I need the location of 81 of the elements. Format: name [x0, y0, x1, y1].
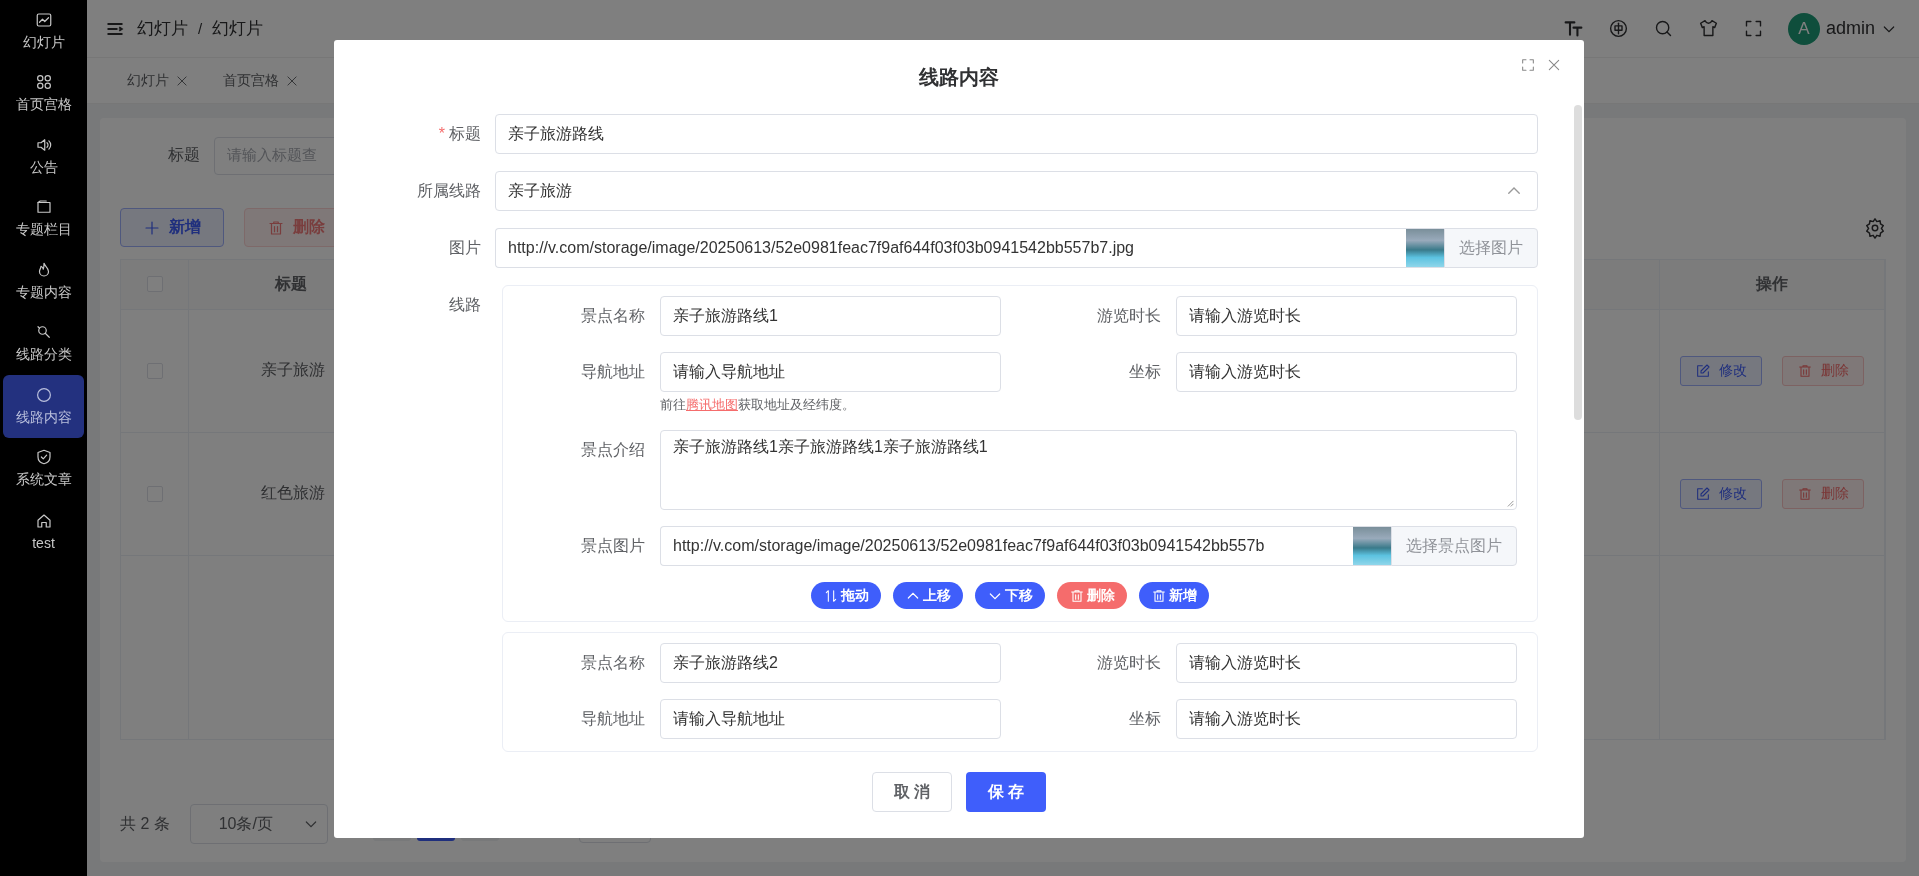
- fullscreen-icon: [1520, 57, 1536, 73]
- sidebar-item[interactable]: 线路内容: [3, 375, 84, 438]
- image-url-field[interactable]: http://v.com/storage/image/20250613/52e0981feac7f9af644f03f03b0941542bb557b7.jpg: [495, 228, 1406, 268]
- sidebar-item[interactable]: test: [3, 500, 84, 563]
- text-field[interactable]: 请输入导航地址: [660, 699, 1001, 739]
- field-label: 游览时长: [1096, 305, 1161, 326]
- scrollbar[interactable]: [1574, 105, 1582, 420]
- sidebar-item[interactable]: 专题栏目: [3, 187, 84, 250]
- breadcrumb-separator: /: [198, 20, 203, 37]
- move-up-button[interactable]: 上移: [893, 582, 963, 609]
- user-name[interactable]: admin: [1825, 18, 1875, 39]
- sidebar-item[interactable]: 专题内容: [3, 250, 84, 313]
- field-label: 坐标: [1128, 708, 1161, 729]
- text-field[interactable]: 亲子旅游路线2: [660, 643, 1001, 683]
- column-header: 操作: [1756, 273, 1788, 294]
- required-mark: *: [438, 124, 445, 144]
- field-label: 游览时长: [1096, 652, 1161, 673]
- close-icon: [1546, 57, 1562, 73]
- page-size-select[interactable]: 10条/页: [189, 804, 328, 844]
- image-url-field[interactable]: http://v.com/storage/image/20250613/52e0981feac7f9af644f03f03b0941542bb557b: [660, 526, 1353, 566]
- tab[interactable]: 幻灯片: [117, 65, 199, 96]
- circle-icon: [34, 385, 53, 404]
- total-count: 共 2 条: [120, 813, 170, 834]
- field-label: 景点介绍: [580, 440, 645, 460]
- table-cell-text: 红色旅游: [261, 483, 325, 504]
- modal-title: 线路内容: [919, 65, 999, 90]
- trash-icon: [1069, 587, 1085, 604]
- settings-icon: [1864, 216, 1886, 239]
- field-label: 景点名称: [580, 652, 645, 673]
- text-field[interactable]: 亲子旅游路线1: [660, 296, 1001, 336]
- text-field[interactable]: 请输入游览时长: [1176, 296, 1517, 336]
- hint-text: 前往腾讯地图获取地址及经纬度。: [660, 396, 856, 414]
- save-button[interactable]: 保 存: [966, 772, 1046, 812]
- chart-icon: [34, 10, 53, 29]
- text-size-icon: [1562, 18, 1584, 39]
- text-field[interactable]: 亲子旅游路线: [495, 114, 1538, 154]
- sidebar-item[interactable]: 幻灯片: [3, 0, 84, 63]
- field-label: 景点名称: [580, 305, 645, 326]
- text-field[interactable]: 请输入游览时长: [1176, 643, 1517, 683]
- text-field[interactable]: 请输入游览时长: [1176, 699, 1517, 739]
- add-button[interactable]: 新增: [1139, 582, 1209, 609]
- trash-icon: [267, 218, 285, 237]
- select-field[interactable]: 亲子旅游: [495, 171, 1538, 211]
- breadcrumb-item[interactable]: 幻灯片: [212, 17, 264, 40]
- edit-icon: [1695, 485, 1711, 502]
- table-cell-text: 亲子旅游: [261, 360, 325, 381]
- sidebar-item[interactable]: 系统文章: [3, 437, 84, 500]
- shield-check-icon: [34, 448, 53, 467]
- up-down-arrows-icon: [823, 587, 839, 604]
- field-label: 线路: [449, 295, 481, 315]
- move-down-button[interactable]: 下移: [975, 582, 1045, 609]
- intro-textarea[interactable]: 亲子旅游路线1亲子旅游路线1亲子旅游路线1: [660, 430, 1517, 510]
- column-header: 标题: [274, 273, 307, 294]
- field-label: 导航地址: [580, 708, 645, 729]
- shirt-icon: [1697, 18, 1719, 39]
- photo-placeholder: [1353, 526, 1391, 566]
- language-icon: [1607, 18, 1629, 39]
- text-field[interactable]: 请输入游览时长: [1176, 352, 1517, 392]
- cancel-button[interactable]: 取 消: [872, 772, 952, 812]
- field-label: 景点图片: [580, 535, 645, 556]
- edit-icon: [1695, 362, 1711, 379]
- field-label: 导航地址: [580, 361, 645, 382]
- text-field[interactable]: 请输入导航地址: [660, 352, 1001, 392]
- photo-placeholder: [1406, 228, 1444, 268]
- tab[interactable]: 首页宫格: [213, 65, 309, 96]
- field-label: 所属线路: [417, 181, 481, 201]
- close-icon: [285, 73, 299, 88]
- trash-icon: [1797, 485, 1813, 502]
- close-icon: [175, 73, 189, 88]
- grid-icon: [34, 73, 53, 92]
- sidebar-item[interactable]: 首页宫格: [3, 62, 84, 125]
- field-label: 标题: [449, 124, 481, 144]
- sidebar-item[interactable]: 公告: [3, 125, 84, 188]
- sidebar-item[interactable]: 线路分类: [3, 312, 84, 375]
- drag-button[interactable]: 拖动: [811, 582, 881, 609]
- trash-icon: [1797, 362, 1813, 379]
- field-label: 坐标: [1128, 361, 1161, 382]
- breadcrumb-item[interactable]: 幻灯片: [137, 17, 188, 40]
- trash-icon: [1151, 587, 1167, 604]
- search-label: 标题: [168, 145, 200, 166]
- field-label: 图片: [449, 238, 481, 258]
